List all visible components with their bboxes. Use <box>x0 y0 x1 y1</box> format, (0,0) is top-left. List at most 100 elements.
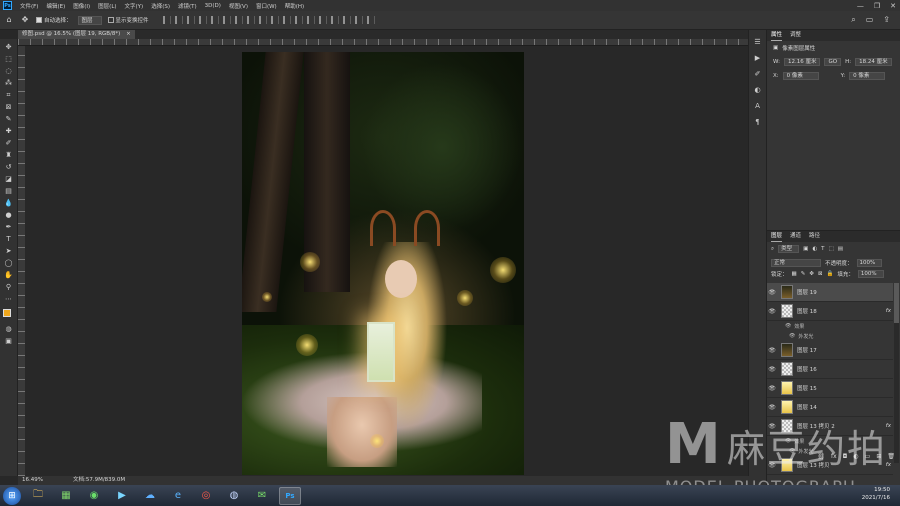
menu-layer[interactable]: 图层(L) <box>94 2 120 10</box>
effects-row[interactable]: 👁 效果 <box>767 321 893 331</box>
document-size[interactable]: 文档:57.9M/839.0M <box>73 476 125 485</box>
opacity-field[interactable]: 100% <box>856 259 883 267</box>
shape-tool-icon[interactable]: ◯ <box>4 259 14 267</box>
lock-pixels-icon[interactable]: ▦ <box>792 271 797 277</box>
filter-pixel-icon[interactable]: ▣ <box>803 246 808 252</box>
visibility-eye-icon[interactable]: 👁 <box>767 404 777 411</box>
new-adjustment-icon[interactable]: ◐ <box>853 453 858 463</box>
paragraph-panel-icon[interactable]: ¶ <box>755 118 759 126</box>
align-middle-icon[interactable] <box>210 16 219 24</box>
restore-button[interactable]: ❐ <box>874 2 880 10</box>
eyedropper-tool-icon[interactable]: ✎ <box>4 115 14 123</box>
tab-channels[interactable]: 通道 <box>790 231 801 242</box>
eye-icon[interactable]: 👁 <box>785 323 791 329</box>
auto-select-checkbox[interactable]: 自动选择： <box>36 16 72 24</box>
document-canvas-photo[interactable] <box>242 52 524 475</box>
healing-tool-icon[interactable]: ✚ <box>4 127 14 135</box>
layer-row[interactable]: 👁 图层 19 <box>767 283 893 302</box>
checkbox-box[interactable] <box>107 17 114 23</box>
delete-layer-icon[interactable]: 🗑 <box>887 453 895 463</box>
menu-type[interactable]: 文字(Y) <box>121 2 148 10</box>
pen-tool-icon[interactable]: ✒ <box>4 223 14 231</box>
browser-360-icon[interactable]: ◉ <box>83 487 105 505</box>
fx-badge[interactable]: fx <box>886 423 891 429</box>
lock-paint-icon[interactable]: ✎ <box>801 271 806 277</box>
baidu-netdisk-icon[interactable]: ☁ <box>139 487 161 505</box>
lock-move-icon[interactable]: ✥ <box>809 271 814 277</box>
character-panel-icon[interactable]: A <box>755 102 760 110</box>
distribute-icon[interactable] <box>234 16 243 24</box>
layer-row[interactable]: 👁 图层 15 <box>767 379 893 398</box>
filter-kind-select[interactable]: 类型 <box>778 245 800 253</box>
width-field[interactable]: 12.16 厘米 <box>783 58 821 66</box>
3d-mode-icon[interactable] <box>354 16 363 24</box>
move-tool-icon[interactable]: ✥ <box>20 15 30 25</box>
menu-3d[interactable]: 3D(D) <box>201 3 225 9</box>
filter-shape-icon[interactable]: ⬚ <box>829 246 834 252</box>
photoshop-task-icon[interactable]: Ps <box>279 486 301 505</box>
new-layer-icon[interactable]: ⊞ <box>876 453 881 463</box>
start-button[interactable]: ⊞ <box>3 486 21 505</box>
gradient-tool-icon[interactable]: ▤ <box>4 187 14 195</box>
workspace-icon[interactable]: ▭ <box>866 15 874 25</box>
visibility-eye-icon[interactable]: 👁 <box>767 366 777 373</box>
filter-smart-icon[interactable]: ▤ <box>838 246 843 252</box>
close-tab-icon[interactable]: × <box>126 31 131 37</box>
type-tool-icon[interactable]: T <box>4 235 14 243</box>
tab-layers[interactable]: 图层 <box>771 231 783 242</box>
menu-filter[interactable]: 滤镜(T) <box>174 2 201 10</box>
distribute-icon[interactable] <box>270 16 279 24</box>
3d-mode-icon[interactable] <box>330 16 339 24</box>
filter-adjust-icon[interactable]: ◐ <box>812 246 817 252</box>
document-tab[interactable]: 修图.psd @ 16.5% (图层 19, RGB/8*) × <box>18 30 135 39</box>
x-field[interactable]: 0 像素 <box>782 72 819 80</box>
lock-all-icon[interactable]: 🔒 <box>827 271 834 277</box>
eye-icon[interactable]: 👁 <box>785 438 791 444</box>
layer-row[interactable]: 👁 图层 18 fx <box>767 302 893 321</box>
brush-settings-icon[interactable]: ✐ <box>755 70 761 78</box>
ie-browser-icon[interactable]: e <box>167 487 189 505</box>
screen-mode-icon[interactable]: ▣ <box>4 337 14 345</box>
link-layers-icon[interactable]: ⛓ <box>817 453 825 463</box>
distribute-icon[interactable] <box>294 16 303 24</box>
eraser-tool-icon[interactable]: ◪ <box>4 175 14 183</box>
media-icon[interactable]: ▦ <box>55 487 77 505</box>
visibility-eye-icon[interactable]: 👁 <box>767 385 777 392</box>
visibility-eye-icon[interactable]: 👁 <box>767 289 777 296</box>
menu-select[interactable]: 选择(S) <box>147 2 174 10</box>
frame-tool-icon[interactable]: ⊠ <box>4 103 14 111</box>
quick-mask-icon[interactable]: ◍ <box>4 325 14 333</box>
tab-paths[interactable]: 路径 <box>809 231 820 242</box>
zoom-tool-icon[interactable]: ⚲ <box>4 283 14 291</box>
filter-type-icon[interactable]: T <box>821 246 824 252</box>
zoom-level[interactable]: 16.49% <box>22 476 43 485</box>
scroll-thumb[interactable] <box>894 283 899 323</box>
align-left-icon[interactable] <box>162 16 171 24</box>
align-top-icon[interactable] <box>198 16 207 24</box>
blur-tool-icon[interactable]: 💧 <box>4 199 14 207</box>
path-select-icon[interactable]: ➤ <box>4 247 14 255</box>
checkbox-box[interactable] <box>36 17 42 23</box>
new-group-icon[interactable]: ▭ <box>865 453 871 463</box>
distribute-icon[interactable] <box>282 16 291 24</box>
quick-select-tool-icon[interactable]: ⁂ <box>4 79 14 87</box>
system-tray-clock[interactable]: 19:50 2021/7/16 <box>862 486 896 505</box>
align-center-icon[interactable] <box>174 16 183 24</box>
layers-scrollbar[interactable] <box>894 283 899 463</box>
visibility-eye-icon[interactable]: 👁 <box>767 423 777 430</box>
eye-icon[interactable]: 👁 <box>789 333 795 339</box>
show-transform-checkbox[interactable]: 显示变换控件 <box>107 16 149 24</box>
add-style-icon[interactable]: fx <box>831 453 837 463</box>
marquee-tool-icon[interactable]: ⬚ <box>4 55 14 63</box>
distribute-icon[interactable] <box>258 16 267 24</box>
3d-mode-icon[interactable] <box>318 16 327 24</box>
search-icon[interactable]: ⌕ <box>851 15 855 25</box>
canvas-area[interactable] <box>25 46 766 476</box>
menu-image[interactable]: 图像(I) <box>69 2 94 10</box>
wechat-icon[interactable]: ✉ <box>251 487 273 505</box>
crop-tool-icon[interactable]: ⌗ <box>4 91 14 99</box>
foreground-color[interactable] <box>2 309 11 317</box>
3d-mode-icon[interactable] <box>366 16 375 24</box>
more-tools-icon[interactable]: ⋯ <box>4 295 14 303</box>
chrome-icon[interactable]: ◍ <box>223 487 245 505</box>
